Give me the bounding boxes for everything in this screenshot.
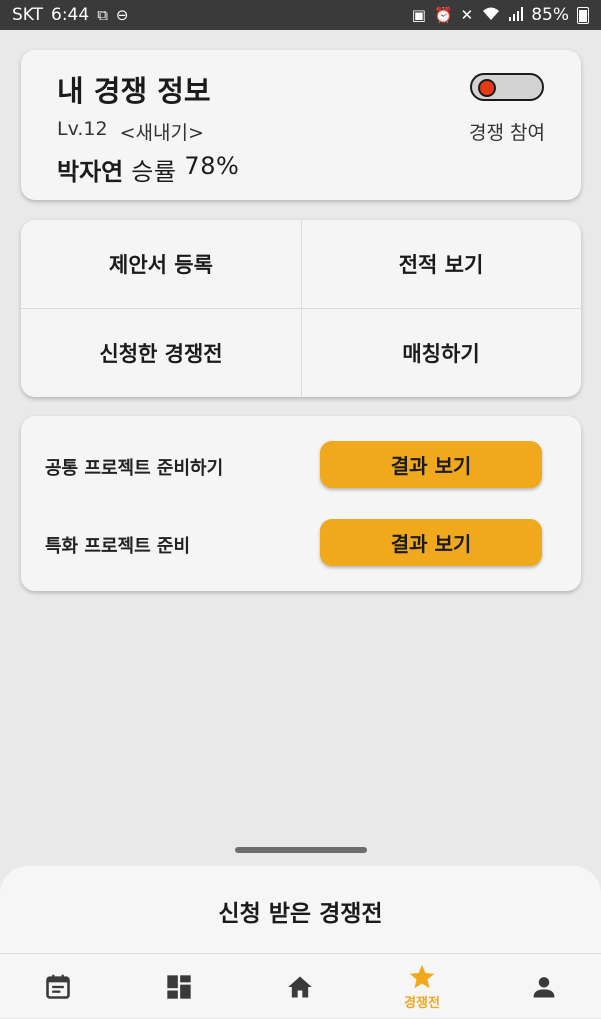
star-icon [409, 964, 435, 988]
win-rate-label: 승률 [131, 158, 177, 186]
competition-toggle[interactable] [470, 73, 544, 101]
common-result-button[interactable]: 결과 보기 [320, 441, 542, 488]
user-winrate: 박자연 승률 78% [57, 152, 239, 187]
menu-divider-horizontal [21, 308, 581, 309]
received-competitions-sheet[interactable]: 신청 받은 경쟁전 [0, 866, 601, 956]
nav-dashboard[interactable] [119, 954, 239, 1019]
clock: 6:44 [51, 5, 90, 25]
matching-button[interactable]: 매칭하기 [301, 309, 581, 397]
level: Lv.12 [57, 118, 108, 140]
competition-info-card: 내 경쟁 정보 Lv.12 <새내기> 박자연 승률 78% 경쟁 참여 [21, 50, 581, 200]
signal-icon [509, 6, 524, 24]
project-card: 공통 프로젝트 준비하기 결과 보기 특화 프로젝트 준비 결과 보기 [21, 416, 581, 591]
card-title: 내 경쟁 정보 [57, 74, 211, 108]
nav-home[interactable] [240, 954, 360, 1019]
battery-percent: 85% [531, 5, 569, 25]
project-row-special: 특화 프로젝트 준비 결과 보기 [21, 519, 581, 567]
user-name: 박자연 [57, 158, 124, 186]
dnd-icon: ⊖ [115, 5, 129, 24]
project-label: 특화 프로젝트 준비 [45, 536, 191, 557]
screenshot-icon: ⧉ [97, 5, 108, 24]
sheet-title: 신청 받은 경쟁전 [218, 901, 383, 927]
calendar-icon [46, 974, 70, 999]
win-rate-value: 78% [184, 152, 240, 180]
notification-icon: ▣ [411, 5, 426, 24]
status-bar: SKT 6:44 ⧉ ⊖ ▣ ⏰ ✕ 85% [0, 0, 601, 30]
battery-icon [577, 6, 589, 24]
project-label: 공통 프로젝트 준비하기 [45, 458, 224, 479]
nav-competition[interactable]: 경쟁전 [362, 954, 482, 1019]
alarm-icon: ⏰ [433, 5, 453, 24]
carrier: SKT [12, 5, 44, 25]
menu-grid: 제안서 등록 전적 보기 신청한 경쟁전 매칭하기 [21, 220, 581, 397]
special-result-button[interactable]: 결과 보기 [320, 519, 542, 566]
sheet-drag-handle[interactable] [235, 847, 367, 853]
nav-profile[interactable] [484, 954, 601, 1019]
toggle-label: 경쟁 참여 [469, 122, 545, 144]
bottom-navigation: 경쟁전 [0, 953, 601, 1018]
nav-calendar[interactable] [0, 954, 118, 1019]
rank: <새내기> [119, 122, 204, 144]
person-icon [533, 976, 555, 997]
view-record-button[interactable]: 전적 보기 [301, 220, 581, 308]
dashboard-icon [167, 974, 191, 999]
applied-competitions-button[interactable]: 신청한 경쟁전 [21, 309, 301, 397]
wifi-icon [481, 6, 501, 24]
toggle-knob [478, 79, 496, 97]
project-row-common: 공통 프로젝트 준비하기 결과 보기 [21, 441, 581, 489]
mute-icon: ✕ [460, 5, 474, 24]
level-info: Lv.12 <새내기> [57, 118, 204, 145]
home-icon [288, 976, 312, 997]
register-proposal-button[interactable]: 제안서 등록 [21, 220, 301, 308]
nav-label: 경쟁전 [404, 995, 440, 1011]
